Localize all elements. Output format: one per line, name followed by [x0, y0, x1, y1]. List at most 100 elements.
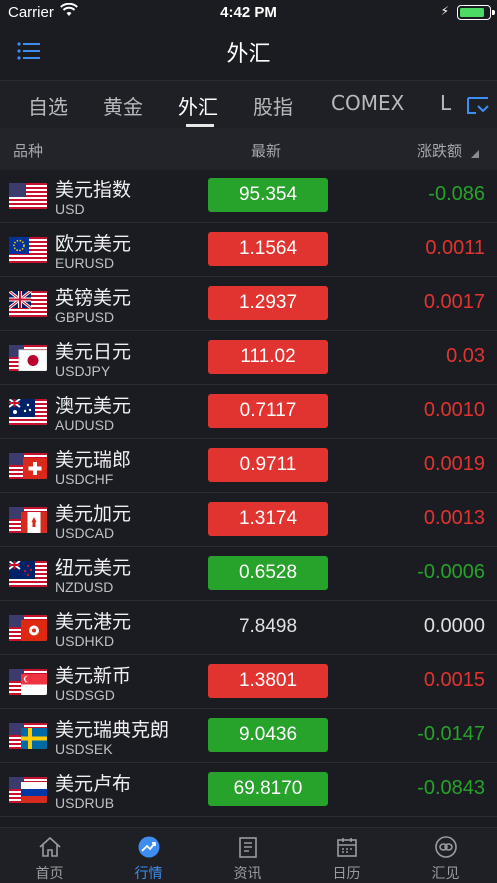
quote-list: 美元指数 USD 95.354 -0.086 欧元美元 EURUSD 1.156… — [0, 169, 497, 817]
symbol-name: 美元港元 — [55, 611, 132, 633]
price-change: -0.0006 — [417, 561, 485, 583]
table-row[interactable]: 纽元美元 NZDUSD 0.6528 -0.0006 — [0, 547, 497, 601]
latest-price: 111.02 — [208, 340, 328, 374]
table-row[interactable]: 美元加元 USDCAD 1.3174 0.0013 — [0, 493, 497, 547]
latest-price: 9.0436 — [208, 718, 328, 752]
tab-indices[interactable]: 股指 — [253, 91, 293, 120]
battery-icon — [457, 5, 495, 20]
bottom-tab-label: 日历 — [332, 866, 361, 882]
table-row[interactable]: 美元新币 USDSGD 1.3801 0.0015 — [0, 655, 497, 709]
symbol-code: USDSGD — [55, 687, 115, 703]
bottom-tab-market[interactable]: 行情 — [99, 828, 198, 883]
price-change: -0.0843 — [417, 777, 485, 799]
table-row[interactable]: 美元瑞郎 USDCHF 0.9711 0.0019 — [0, 439, 497, 493]
table-row[interactable]: 欧元美元 EURUSD 1.1564 0.0011 — [0, 223, 497, 277]
symbol-name: 美元日元 — [55, 341, 132, 363]
price-change: 0.0010 — [423, 399, 485, 421]
sort-arrow-icon[interactable] — [471, 144, 479, 162]
tab-gold[interactable]: 黄金 — [103, 91, 143, 120]
status-bar: Carrier 4:42 PM ⚡ — [0, 0, 497, 26]
category-tabs: 自选 黄金 外汇 股指 COMEX L — [0, 80, 497, 128]
latest-price: 95.354 — [208, 178, 328, 212]
symbol-name: 纽元美元 — [55, 557, 132, 579]
price-change: -0.0147 — [417, 723, 485, 745]
col-change[interactable]: 涨跌额 — [417, 140, 462, 161]
table-row[interactable]: 澳元美元 AUDUSD 0.7117 0.0010 — [0, 385, 497, 439]
symbol-name: 美元瑞典克朗 — [55, 719, 170, 741]
latest-price: 1.3801 — [208, 664, 328, 698]
bottom-tab-label: 首页 — [35, 866, 64, 882]
table-row[interactable]: 美元瑞典克朗 USDSEK 9.0436 -0.0147 — [0, 709, 497, 763]
clock-time: 4:42 PM — [220, 4, 277, 21]
column-header: 品种 最新 涨跌额 — [0, 128, 497, 170]
table-row[interactable]: 美元港元 USDHKD 7.8498 0.0000 — [0, 601, 497, 655]
us-jp-flag-icon — [9, 345, 47, 371]
symbol-name: 美元新币 — [55, 665, 132, 687]
latest-price: 0.6528 — [208, 556, 328, 590]
active-tab-indicator — [186, 124, 214, 127]
col-latest: 最新 — [251, 142, 282, 160]
us-sg-flag-icon — [9, 669, 47, 695]
news-icon — [236, 835, 260, 859]
latest-price: 1.1564 — [208, 232, 328, 266]
latest-price: 0.9711 — [208, 448, 328, 482]
symbol-name: 美元卢布 — [55, 773, 132, 795]
symbol-code: USDSEK — [55, 741, 113, 757]
symbol-code: EURUSD — [55, 255, 115, 271]
latest-price: 0.7117 — [208, 394, 328, 428]
symbol-code: GBPUSD — [55, 309, 115, 325]
bottom-tab-news[interactable]: 资讯 — [198, 828, 297, 883]
price-change: 0.0013 — [423, 507, 485, 529]
price-change: 0.0015 — [423, 669, 485, 691]
bottom-tab-bar: 首页 行情 资讯 日历 汇见 — [0, 827, 497, 883]
page-title: 外汇 — [226, 42, 271, 67]
table-row[interactable]: 美元指数 USD 95.354 -0.086 — [0, 169, 497, 223]
exchange-icon — [434, 835, 458, 859]
latest-price: 69.8170 — [208, 772, 328, 806]
symbol-code: NZDUSD — [55, 579, 114, 595]
price-change: 0.03 — [446, 345, 485, 367]
eu-us-flag-icon — [9, 237, 47, 263]
calendar-icon — [335, 835, 359, 859]
tab-forex[interactable]: 外汇 — [178, 91, 218, 120]
au-us-flag-icon — [9, 399, 47, 425]
latest-price: 1.3174 — [208, 502, 328, 536]
us-ru-flag-icon — [9, 777, 47, 803]
bottom-tab-label: 资讯 — [233, 866, 262, 882]
home-icon — [38, 835, 62, 859]
price-change: -0.086 — [428, 183, 485, 205]
tab-more[interactable]: L — [440, 91, 451, 115]
col-name: 品种 — [13, 142, 44, 160]
price-change: 0.0000 — [423, 615, 485, 637]
latest-price: 7.8498 — [238, 616, 298, 637]
symbol-code: USDJPY — [55, 363, 111, 379]
bottom-tab-home[interactable]: 首页 — [0, 828, 99, 883]
symbol-code: USD — [55, 201, 85, 217]
us-hk-flag-icon — [9, 615, 47, 641]
symbol-code: USDHKD — [55, 633, 115, 649]
table-row[interactable]: 美元日元 USDJPY 111.02 0.03 — [0, 331, 497, 385]
symbol-name: 美元指数 — [55, 179, 132, 201]
price-change: 0.0011 — [425, 237, 485, 259]
bottom-tab-calendar[interactable]: 日历 — [297, 828, 396, 883]
symbol-name: 欧元美元 — [55, 233, 132, 255]
us-ca-flag-icon — [9, 507, 47, 533]
symbol-code: USDCAD — [55, 525, 115, 541]
table-row[interactable]: 英镑美元 GBPUSD 1.2937 0.0017 — [0, 277, 497, 331]
nz-us-flag-icon — [9, 561, 47, 587]
symbol-name: 美元瑞郎 — [55, 449, 132, 471]
latest-price: 1.2937 — [208, 286, 328, 320]
tab-favorites[interactable]: 自选 — [28, 91, 68, 120]
market-chart-icon — [137, 835, 161, 859]
bottom-tab-exchange[interactable]: 汇见 — [396, 828, 495, 883]
tab-comex[interactable]: COMEX — [331, 91, 404, 115]
bottom-tab-label: 汇见 — [431, 866, 460, 882]
bottom-tab-label: 行情 — [134, 866, 163, 882]
charging-icon: ⚡ — [440, 4, 449, 18]
table-row[interactable]: 美元卢布 USDRUB 69.8170 -0.0843 — [0, 763, 497, 817]
price-change: 0.0019 — [423, 453, 485, 475]
symbol-name: 英镑美元 — [55, 287, 132, 309]
tab-dropdown-icon[interactable] — [463, 91, 493, 121]
us-flag-icon — [9, 183, 47, 209]
us-ch-flag-icon — [9, 453, 47, 479]
